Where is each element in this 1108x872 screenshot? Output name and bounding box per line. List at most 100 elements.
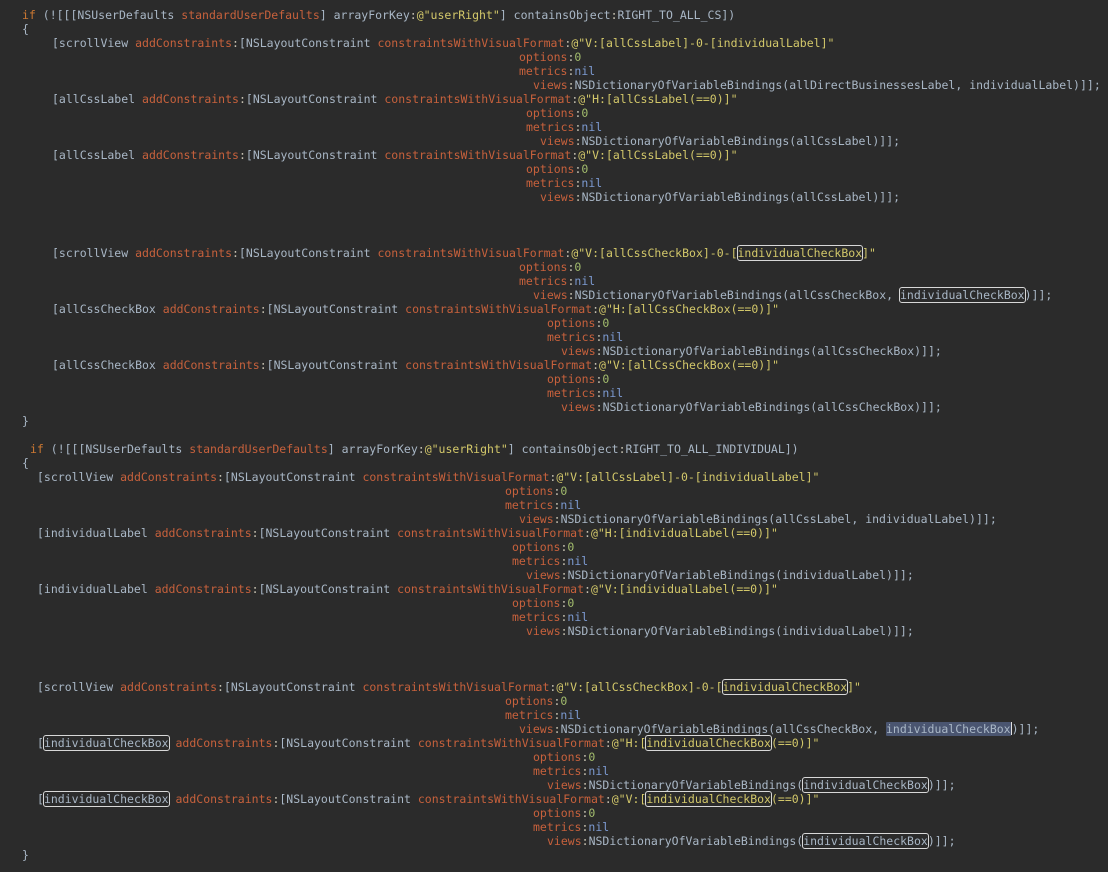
- code-token: :: [251, 526, 259, 540]
- code-token: NSDictionaryOfVariableBindings(allCssChe…: [602, 400, 942, 414]
- code-line[interactable]: [scrollView addConstraints:[NSLayoutCons…: [37, 679, 861, 695]
- code-line[interactable]: [allCssCheckBox addConstraints:[NSLayout…: [52, 302, 779, 316]
- code-line[interactable]: [scrollView addConstraints:[NSLayoutCons…: [52, 245, 876, 261]
- code-line[interactable]: options:0: [519, 260, 581, 274]
- code-editor[interactable]: if (![[[NSUserDefaults standardUserDefau…: [0, 0, 1108, 872]
- code-token: :: [574, 134, 582, 148]
- code-line[interactable]: metrics:nil: [526, 176, 602, 190]
- code-token: options: [512, 596, 561, 610]
- code-line[interactable]: views:NSDictionaryOfVariableBindings(all…: [519, 512, 997, 526]
- code-token: :: [417, 442, 425, 456]
- code-line[interactable]: metrics:nil: [547, 330, 623, 344]
- code-token: addConstraints: [162, 358, 260, 372]
- code-line[interactable]: [individualCheckBox addConstraints:[NSLa…: [37, 735, 819, 751]
- code-token: NSDictionaryOfVariableBindings(allCssChe…: [602, 344, 942, 358]
- code-line[interactable]: [individualCheckBox addConstraints:[NSLa…: [37, 791, 819, 807]
- code-token: options: [526, 106, 575, 120]
- code-token: views: [533, 288, 568, 302]
- code-line[interactable]: metrics:nil: [519, 274, 595, 288]
- code-line[interactable]: options:0: [533, 750, 595, 764]
- code-line[interactable]: [scrollView addConstraints:[NSLayoutCons…: [37, 470, 819, 484]
- code-line[interactable]: }: [22, 414, 29, 428]
- code-line[interactable]: options:0: [526, 162, 588, 176]
- code-line[interactable]: [allCssLabel addConstraints:[NSLayoutCon…: [52, 92, 738, 106]
- code-line[interactable]: metrics:nil: [547, 386, 623, 400]
- code-line[interactable]: if (![[[NSUserDefaults standardUserDefau…: [30, 442, 799, 456]
- code-line[interactable]: metrics:nil: [533, 764, 609, 778]
- code-token: :: [560, 624, 568, 638]
- code-line[interactable]: views:NSDictionaryOfVariableBindings(all…: [561, 344, 942, 358]
- code-line[interactable]: metrics:nil: [533, 820, 609, 834]
- code-token: :: [259, 302, 267, 316]
- code-token: :: [574, 190, 582, 204]
- code-token: constraintsWithVisualFormat: [405, 302, 593, 316]
- code-token: :: [238, 92, 246, 106]
- code-token: addConstraints: [142, 92, 239, 106]
- code-line[interactable]: [individualLabel addConstraints:[NSLayou…: [37, 582, 778, 596]
- highlighted-token: individualCheckBox: [645, 735, 772, 751]
- code-token: addConstraints: [135, 246, 233, 260]
- code-line[interactable]: metrics:nil: [505, 708, 581, 722]
- code-token: ] arrayForKey: [327, 442, 418, 456]
- code-line[interactable]: options:0: [505, 694, 567, 708]
- code-line[interactable]: views:NSDictionaryOfVariableBindings(ind…: [526, 568, 914, 582]
- code-line[interactable]: views:NSDictionaryOfVariableBindings(ind…: [526, 624, 914, 638]
- code-line[interactable]: [individualLabel addConstraints:[NSLayou…: [37, 526, 778, 540]
- code-line[interactable]: options:0: [526, 106, 588, 120]
- code-token: metrics: [505, 498, 554, 512]
- code-line[interactable]: {: [22, 456, 29, 470]
- code-line[interactable]: views:NSDictionaryOfVariableBindings(all…: [533, 287, 1052, 303]
- code-line[interactable]: }: [22, 848, 29, 862]
- highlighted-token: individualCheckBox: [802, 777, 929, 793]
- code-line[interactable]: views:NSDictionaryOfVariableBindings(ind…: [547, 833, 956, 849]
- highlighted-token: individualCheckBox: [736, 245, 864, 261]
- code-line[interactable]: options:0: [547, 316, 609, 330]
- code-line[interactable]: metrics:nil: [512, 610, 588, 624]
- code-line[interactable]: [allCssCheckBox addConstraints:[NSLayout…: [52, 358, 779, 372]
- code-token: [: [37, 736, 44, 750]
- code-line[interactable]: if (![[[NSUserDefaults standardUserDefau…: [22, 8, 735, 22]
- code-token: [NSLayoutConstraint: [279, 736, 418, 750]
- code-token: 0: [588, 750, 596, 764]
- code-line[interactable]: [scrollView addConstraints:[NSLayoutCons…: [52, 36, 834, 50]
- code-line[interactable]: options:0: [533, 806, 595, 820]
- code-token: [allCssCheckBox: [52, 358, 163, 372]
- code-token: 0: [588, 806, 596, 820]
- code-line[interactable]: options:0: [505, 484, 567, 498]
- code-token: [scrollView: [52, 36, 136, 50]
- code-token: :: [259, 358, 267, 372]
- code-token: [NSLayoutConstraint: [258, 526, 398, 540]
- code-line[interactable]: metrics:nil: [526, 120, 602, 134]
- code-token: views: [547, 778, 582, 792]
- code-token: @"H:[allCssCheckBox(==0)]": [599, 302, 780, 316]
- code-line[interactable]: {: [22, 22, 29, 36]
- code-line[interactable]: options:0: [512, 596, 574, 610]
- code-line[interactable]: options:0: [519, 50, 581, 64]
- code-line[interactable]: views:NSDictionaryOfVariableBindings(all…: [561, 400, 942, 414]
- code-line[interactable]: views:NSDictionaryOfVariableBindings(ind…: [547, 777, 956, 793]
- code-line[interactable]: metrics:nil: [505, 498, 581, 512]
- code-token: [allCssLabel: [52, 148, 143, 162]
- code-token: )]];: [927, 778, 956, 792]
- code-line[interactable]: views:NSDictionaryOfVariableBindings(all…: [540, 190, 900, 204]
- code-line[interactable]: metrics:nil: [519, 64, 595, 78]
- code-line[interactable]: options:0: [547, 372, 609, 386]
- code-line[interactable]: views:NSDictionaryOfVariableBindings(all…: [519, 722, 1039, 736]
- code-token: NSDictionaryOfVariableBindings(allCssLab…: [581, 190, 901, 204]
- code-line[interactable]: metrics:nil: [512, 554, 588, 568]
- code-line[interactable]: views:NSDictionaryOfVariableBindings(all…: [533, 78, 1101, 92]
- code-token: options: [519, 260, 568, 274]
- code-token: metrics: [505, 708, 554, 722]
- code-line[interactable]: [allCssLabel addConstraints:[NSLayoutCon…: [52, 148, 738, 162]
- code-token: [NSLayoutConstraint: [245, 92, 385, 106]
- code-token: nil: [581, 120, 603, 134]
- code-token: @"H:[allCssLabel(==0)]": [578, 92, 738, 106]
- code-token: constraintsWithVisualFormat: [397, 582, 584, 596]
- code-line[interactable]: views:NSDictionaryOfVariableBindings(all…: [540, 134, 900, 148]
- code-token: views: [526, 624, 561, 638]
- code-token: [scrollView: [52, 246, 136, 260]
- code-token: RIGHT_TO_ALL_INDIVIDUAL]): [625, 442, 799, 456]
- code-token: [NSLayoutConstraint: [258, 582, 398, 596]
- code-token: NSDictionaryOfVariableBindings(allCssLab…: [560, 512, 997, 526]
- code-line[interactable]: options:0: [512, 540, 574, 554]
